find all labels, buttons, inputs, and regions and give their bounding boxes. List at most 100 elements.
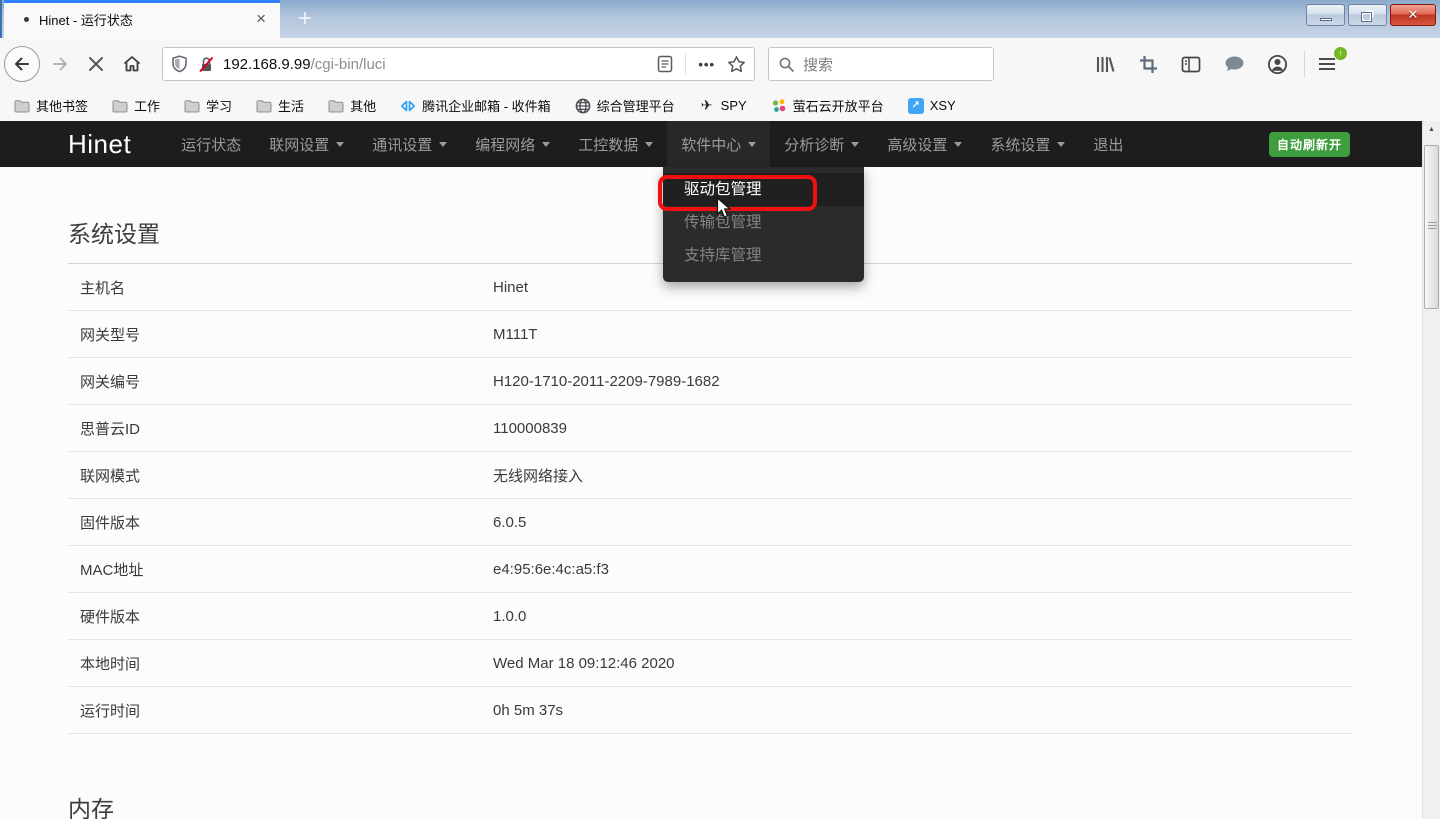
nav-item-comm-settings[interactable]: 通讯设置 [358, 121, 461, 167]
table-row-uptime: 运行时间0h 5m 37s [68, 687, 1352, 734]
url-bar[interactable]: 192.168.9.99/cgi-bin/luci ••• [162, 47, 755, 81]
forward-button[interactable] [44, 48, 76, 80]
account-button[interactable] [1266, 53, 1288, 75]
messages-button[interactable] [1223, 53, 1245, 75]
scrollbar-grip-icon [1428, 222, 1437, 231]
nav-item-analysis-diagnosis[interactable]: 分析诊断 [770, 121, 873, 167]
nav-item-programming-network[interactable]: 编程网络 [461, 121, 564, 167]
toolbar-right-icons [1094, 53, 1288, 75]
memory-section-title: 内存 [68, 790, 1422, 819]
nav-item-system-settings[interactable]: 系统设置 [976, 121, 1079, 167]
bookmark-tencent-mail[interactable]: 腾讯企业邮箱 - 收件箱 [400, 96, 551, 115]
page-actions-icon[interactable]: ••• [698, 57, 715, 72]
titlebar: Hinet - 运行状态 × + ✕ [0, 0, 1440, 38]
nav-item-industrial-data[interactable]: 工控数据 [564, 121, 667, 167]
chevron-down-icon [439, 142, 447, 147]
scrollbar-thumb[interactable] [1424, 145, 1439, 309]
nav-item-software-center[interactable]: 软件中心 [667, 121, 770, 167]
home-button[interactable] [116, 48, 148, 80]
chevron-down-icon [542, 142, 550, 147]
bookmark-label: SPY [721, 98, 747, 113]
tracking-shield-icon [171, 55, 188, 73]
table-row-network-mode: 联网模式无线网络接入 [68, 452, 1352, 499]
bookmark-label: 工作 [134, 96, 160, 115]
bookmark-folder-work[interactable]: 工作 [112, 96, 160, 115]
bookmark-label: 综合管理平台 [597, 96, 675, 115]
chevron-down-icon [851, 142, 859, 147]
page-scrollbar[interactable]: ▲ [1422, 121, 1440, 819]
tab-close-icon[interactable]: × [252, 9, 270, 29]
speech-bubble-icon [1224, 55, 1245, 73]
table-row-mac-address: MAC地址e4:95:6e:4c:a5:f3 [68, 546, 1352, 593]
bookmark-spy[interactable]: ✈ SPY [699, 98, 747, 114]
folder-icon [256, 98, 272, 114]
menu-item-support-library[interactable]: 支持库管理 [663, 239, 864, 272]
url-text: 192.168.9.99/cgi-bin/luci [223, 56, 657, 73]
toolbar-separator [1304, 51, 1305, 77]
app-menu-button[interactable]: ↑ [1319, 51, 1345, 77]
crop-screenshot-icon [1139, 55, 1158, 74]
folder-icon [184, 98, 200, 114]
bookmark-label: 其他 [350, 96, 376, 115]
close-icon: ✕ [1408, 7, 1419, 23]
stop-button[interactable] [80, 48, 112, 80]
table-row-sipu-cloud-id: 思普云ID110000839 [68, 405, 1352, 452]
window-minimize-button[interactable] [1306, 4, 1345, 26]
tab-title: Hinet - 运行状态 [39, 10, 252, 29]
account-person-icon [1267, 54, 1288, 75]
chevron-down-icon [954, 142, 962, 147]
window-close-button[interactable]: ✕ [1390, 4, 1436, 26]
back-arrow-icon [12, 54, 32, 74]
bookmark-folder-life[interactable]: 生活 [256, 96, 304, 115]
table-row-gateway-model: 网关型号M111T [68, 311, 1352, 358]
bookmark-star-icon[interactable] [727, 55, 746, 74]
home-icon [122, 54, 142, 74]
sidebars-button[interactable] [1180, 53, 1202, 75]
window-controls: ✕ [1306, 4, 1436, 26]
bookmark-management-platform[interactable]: 综合管理平台 [575, 96, 675, 115]
chevron-down-icon [336, 142, 344, 147]
nav-item-logout[interactable]: 退出 [1079, 121, 1137, 167]
bookmark-label: 生活 [278, 96, 304, 115]
system-info-table: 主机名Hinet 网关型号M111T 网关编号H120-1710-2011-22… [68, 263, 1352, 734]
folder-icon [14, 98, 30, 114]
library-button[interactable] [1094, 53, 1116, 75]
window-restore-button[interactable] [1348, 4, 1387, 26]
screenshot-button[interactable] [1137, 53, 1159, 75]
search-input[interactable]: 搜索 [768, 47, 994, 81]
app-logo[interactable]: Hinet [68, 129, 131, 160]
table-row-local-time: 本地时间Wed Mar 18 09:12:46 2020 [68, 640, 1352, 687]
folder-icon [112, 98, 128, 114]
bookmark-xsy[interactable]: ↗ XSY [908, 98, 956, 114]
back-button[interactable] [4, 46, 40, 82]
bookmark-label: XSY [930, 98, 956, 113]
nav-item-advanced-settings[interactable]: 高级设置 [873, 121, 976, 167]
url-host: 192.168.9.99 [223, 56, 311, 73]
nav-item-running-status[interactable]: 运行状态 [167, 121, 255, 167]
bookmark-folder-others-tags[interactable]: 其他书签 [14, 96, 88, 115]
chevron-down-icon [1057, 142, 1065, 147]
bookmarks-bar: 其他书签 工作 学习 生活 其他 腾讯企业邮箱 - 收件箱 综合管理平台 ✈ S… [0, 90, 1440, 121]
minimize-icon [1320, 18, 1332, 21]
tencent-mail-icon [400, 98, 416, 114]
bookmark-label: 其他书签 [36, 96, 88, 115]
bookmark-ys7-open-platform[interactable]: 萤石云开放平台 [771, 96, 884, 115]
menu-item-driver-package[interactable]: 驱动包管理 [663, 173, 864, 206]
scroll-up-icon[interactable]: ▲ [1423, 121, 1440, 138]
reader-mode-icon[interactable] [657, 55, 673, 73]
folder-icon [328, 98, 344, 114]
bookmark-folder-other[interactable]: 其他 [328, 96, 376, 115]
bookmark-folder-study[interactable]: 学习 [184, 96, 232, 115]
library-icon [1095, 55, 1115, 74]
bookmark-label: 学习 [206, 96, 232, 115]
bookmark-label: 腾讯企业邮箱 - 收件箱 [422, 96, 551, 115]
browser-tab[interactable]: Hinet - 运行状态 × [4, 0, 280, 38]
new-tab-button[interactable]: + [290, 4, 320, 34]
globe-icon [575, 98, 591, 114]
menu-item-transfer-package[interactable]: 传输包管理 [663, 206, 864, 239]
plane-icon: ✈ [699, 98, 715, 114]
nav-item-network-settings[interactable]: 联网设置 [255, 121, 358, 167]
table-row-firmware-version: 固件版本6.0.5 [68, 499, 1352, 546]
search-icon [778, 56, 795, 73]
auto-refresh-toggle[interactable]: 自动刷新开 [1269, 132, 1350, 157]
